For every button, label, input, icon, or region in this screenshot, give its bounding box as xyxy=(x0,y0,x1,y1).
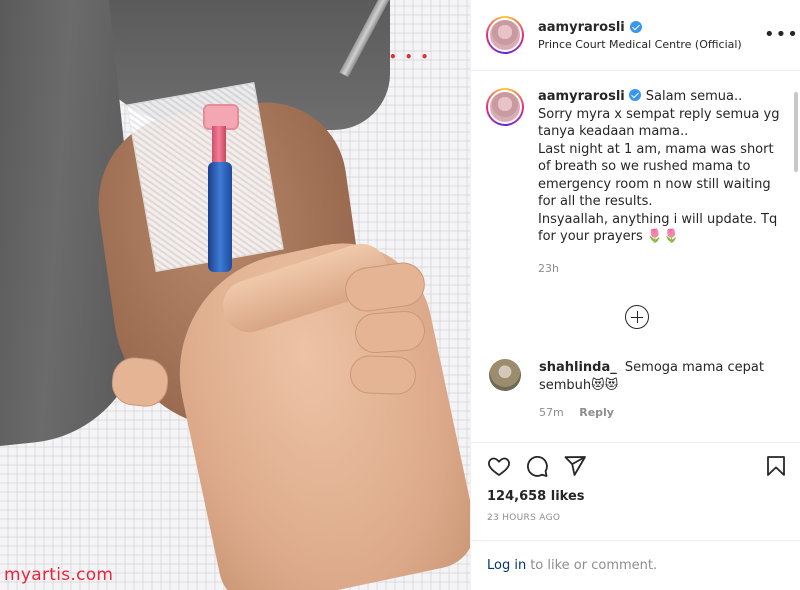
verified-badge-icon xyxy=(629,21,642,33)
location-link[interactable]: Prince Court Medical Centre (Official) xyxy=(538,38,764,51)
comment-meta: 57m Reply xyxy=(539,404,788,422)
caption-username[interactable]: aamyrarosli xyxy=(538,89,625,104)
comments-scrollbar[interactable] xyxy=(794,92,798,172)
caption-line: Last night at 1 am, mama was short of br… xyxy=(538,141,774,210)
reply-button[interactable]: Reply xyxy=(579,406,614,419)
comments-section[interactable]: aamyrarosli Salam semua.. Sorry myra x se… xyxy=(471,72,800,442)
login-link[interactable]: Log in xyxy=(487,558,526,573)
commenter-avatar[interactable] xyxy=(489,359,521,391)
post-side-panel: aamyrarosli Prince Court Medical Centre … xyxy=(470,0,800,590)
header-user-row: aamyrarosli xyxy=(538,20,764,35)
caption: aamyrarosli Salam semua.. Sorry myra x se… xyxy=(486,88,788,277)
younger-finger xyxy=(349,354,417,396)
iv-cannula-tube xyxy=(212,126,226,166)
post-photo[interactable]: • • • myartis.com xyxy=(0,0,470,590)
caption-body: aamyrarosli Salam semua.. Sorry myra x se… xyxy=(538,88,788,277)
comment-time[interactable]: 57m xyxy=(539,406,564,419)
caption-line: Sorry myra x sempat reply semua yg tanya… xyxy=(538,106,780,140)
comment-item: shahlinda_ Semoga mama cepat sembuh😻😻 57… xyxy=(486,359,788,422)
posted-time[interactable]: 23 HOURS AGO xyxy=(487,513,788,523)
post-header: aamyrarosli Prince Court Medical Centre … xyxy=(471,0,800,71)
comment-emoji: 😻😻 xyxy=(591,377,619,393)
watermark: myartis.com xyxy=(4,565,114,585)
heart-icon[interactable] xyxy=(487,454,511,478)
comment-icon[interactable] xyxy=(525,454,549,478)
bookmark-icon[interactable] xyxy=(764,454,788,478)
younger-finger xyxy=(353,309,427,355)
caption-time[interactable]: 23h xyxy=(538,260,788,278)
caption-avatar[interactable] xyxy=(486,88,524,126)
load-more-icon[interactable] xyxy=(625,305,649,329)
login-bar: Log in to like or comment. xyxy=(471,540,800,590)
instagram-post: • • • myartis.com aamyrarosli Prince Cou… xyxy=(0,0,800,590)
login-prompt-text: to like or comment. xyxy=(530,558,658,573)
comment-body: shahlinda_ Semoga mama cepat sembuh😻😻 57… xyxy=(539,359,788,422)
iv-cannula-body xyxy=(208,162,232,272)
commenter-username[interactable]: shahlinda_ xyxy=(539,360,617,375)
tulip-emoji: 🌷🌷 xyxy=(646,229,680,244)
action-icons xyxy=(487,443,788,489)
share-icon[interactable] xyxy=(563,454,587,478)
caption-line: Salam semua.. xyxy=(645,89,743,104)
header-text: aamyrarosli Prince Court Medical Centre … xyxy=(538,20,764,51)
actions-area: 124,658 likes 23 HOURS AGO xyxy=(471,442,800,523)
author-avatar[interactable] xyxy=(486,16,524,54)
more-options-icon[interactable]: ••• xyxy=(764,26,798,44)
header-username[interactable]: aamyrarosli xyxy=(538,20,625,35)
verified-badge-icon xyxy=(628,89,641,101)
rail-light: • • • xyxy=(389,50,431,64)
likes-count[interactable]: 124,658 likes xyxy=(487,489,788,504)
